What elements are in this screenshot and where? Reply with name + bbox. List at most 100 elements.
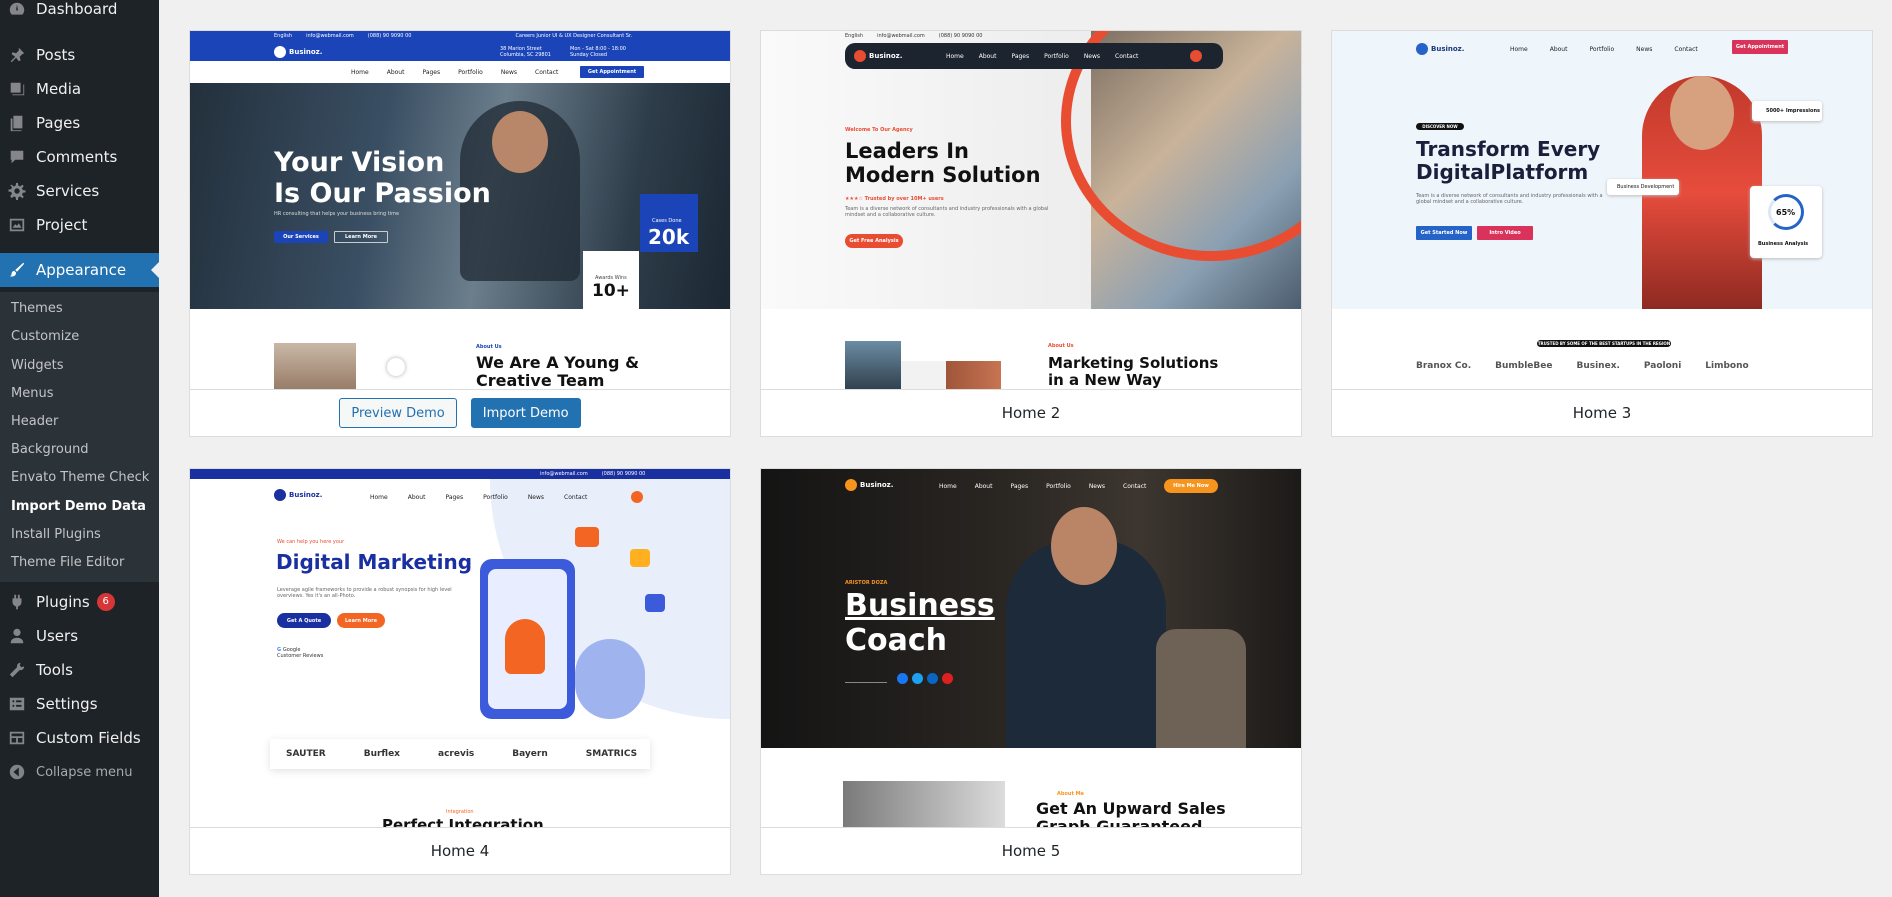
menu-pages[interactable]: Pages bbox=[0, 106, 159, 140]
submenu-background[interactable]: Background bbox=[11, 440, 89, 460]
menu-label: Comments bbox=[36, 148, 118, 166]
preview-hero-title: Leaders In Modern Solution bbox=[845, 139, 1041, 187]
preview-coach-face bbox=[1051, 507, 1117, 585]
menu-settings[interactable]: Settings bbox=[0, 687, 159, 721]
topbar-email: info@webmail.com bbox=[877, 33, 925, 39]
preview-about-photo-1 bbox=[845, 341, 901, 389]
preview-logo: Businoz. bbox=[274, 46, 322, 58]
demo-preview-image[interactable]: English info@webmail.com (088) 90 9090 0… bbox=[761, 31, 1301, 389]
hero-title-line-2: Coach bbox=[845, 622, 948, 658]
logo-text: Businoz. bbox=[289, 48, 323, 56]
topbar-phone: (088) 90 9090 00 bbox=[601, 471, 646, 477]
trusted-text: Trusted by over 10M+ users bbox=[864, 196, 944, 202]
menu-dashboard[interactable]: Dashboard bbox=[0, 0, 159, 26]
nav-about: About bbox=[978, 53, 997, 60]
logo-mark-icon bbox=[854, 50, 866, 62]
preview-cta: Hire Me Now bbox=[1164, 479, 1218, 493]
logo-text: Businoz. bbox=[869, 52, 903, 60]
collapse-menu-button[interactable]: Collapse menu bbox=[0, 755, 159, 789]
menu-label: Custom Fields bbox=[36, 729, 141, 747]
preview-hours: Mon - Sat 8:00 - 18:00 Sunday Closed bbox=[570, 46, 626, 58]
preview-about-photo bbox=[843, 781, 1005, 827]
preview-btn-learn: Learn More bbox=[334, 231, 388, 243]
demo-actions: Preview Demo Import Demo bbox=[339, 398, 581, 428]
stars-icon: ★★★☆ bbox=[845, 196, 865, 202]
menu-appearance[interactable]: Appearance bbox=[0, 253, 159, 287]
preview-about-heading: Marketing Solutions in a New Way bbox=[1048, 354, 1219, 389]
preview-topbar-text: English info@webmail.com (088) 90 9090 0… bbox=[845, 33, 982, 39]
preview-topbar bbox=[190, 469, 730, 479]
menu-label: Services bbox=[36, 182, 100, 200]
menu-project[interactable]: Project bbox=[0, 208, 159, 242]
pages-icon bbox=[8, 114, 26, 132]
preview-hero-trusted: ★★★☆ Trusted by over 10M+ users bbox=[845, 196, 944, 202]
submenu-customize[interactable]: Customize bbox=[11, 327, 79, 347]
demo-title: Home 2 bbox=[1001, 404, 1061, 422]
menu-plugins[interactable]: Plugins 6 bbox=[0, 585, 159, 619]
demo-card-footer: Preview Demo Import Demo bbox=[190, 389, 730, 436]
menu-custom-fields[interactable]: Custom Fields bbox=[0, 721, 159, 755]
import-demo-button[interactable]: Import Demo bbox=[470, 398, 581, 428]
submenu-header[interactable]: Header bbox=[11, 412, 58, 432]
partner-logo: SMATRICS bbox=[585, 749, 638, 759]
topbar-lang: English bbox=[274, 33, 293, 39]
preview-about-photo bbox=[274, 343, 356, 389]
menu-posts[interactable]: Posts bbox=[0, 38, 159, 72]
submenu-import-demo-data[interactable]: Import Demo Data bbox=[11, 497, 146, 517]
nav-home: Home bbox=[1510, 46, 1528, 53]
demo-preview-image[interactable]: info@webmail.com (088) 90 9090 00 Busino… bbox=[190, 469, 730, 827]
hero-title-line-2: Is Our Passion bbox=[274, 178, 491, 210]
hero-title-line-2: Modern Solution bbox=[845, 163, 1041, 188]
nav-home: Home bbox=[939, 483, 957, 490]
menu-label: Tools bbox=[36, 661, 73, 679]
heart-icon bbox=[575, 527, 599, 547]
analysis-percent: 65% bbox=[1776, 208, 1796, 217]
menu-media[interactable]: Media bbox=[0, 72, 159, 106]
about-heading-line-1: Marketing Solutions bbox=[1048, 354, 1219, 372]
submenu-themes[interactable]: Themes bbox=[11, 299, 63, 319]
submenu-install-plugins[interactable]: Install Plugins bbox=[11, 525, 101, 545]
submenu-envato-theme-check[interactable]: Envato Theme Check bbox=[11, 468, 149, 488]
menu-label: Project bbox=[36, 216, 88, 234]
menu-tools[interactable]: Tools bbox=[0, 653, 159, 687]
preview-logo: Businoz. bbox=[1416, 43, 1464, 55]
appearance-submenu: Themes Customize Widgets Menus Header Ba… bbox=[0, 292, 159, 582]
admin-sidebar: Dashboard Posts Media Pages Comments Ser… bbox=[0, 0, 159, 897]
nav-news: News bbox=[1636, 46, 1653, 53]
preview-nav: Home About Pages Portfolio News Contact bbox=[946, 53, 1138, 60]
menu-label: Posts bbox=[36, 46, 76, 64]
comments-icon bbox=[8, 148, 26, 166]
menu-comments[interactable]: Comments bbox=[0, 140, 159, 174]
cases-value: 20k bbox=[648, 225, 690, 249]
demo-card-footer: Home 5 bbox=[761, 827, 1301, 874]
demo-card-home-3: Businoz. Home About Portfolio News Conta… bbox=[1331, 30, 1873, 437]
demo-preview-image[interactable]: Businoz. Home About Pages Portfolio News… bbox=[761, 469, 1301, 827]
menu-users[interactable]: Users bbox=[0, 619, 159, 653]
client-logo: Branox Co. bbox=[1416, 361, 1472, 371]
demo-preview-image[interactable]: English info@webmail.com (088) 90 9090 0… bbox=[190, 31, 730, 389]
logo-mark-icon bbox=[274, 489, 286, 501]
project-icon bbox=[8, 216, 26, 234]
demo-card-home-4: info@webmail.com (088) 90 9090 00 Busino… bbox=[189, 468, 731, 875]
preview-hero-tag: Welcome To Our Agency bbox=[845, 127, 913, 133]
plugins-update-badge: 6 bbox=[96, 593, 115, 611]
demo-preview-image[interactable]: Businoz. Home About Portfolio News Conta… bbox=[1332, 31, 1872, 389]
demo-card-home-2: English info@webmail.com (088) 90 9090 0… bbox=[760, 30, 1302, 437]
hero-title-line-1: Leaders In bbox=[845, 139, 970, 163]
preview-hero-title: Your Vision Is Our Passion bbox=[274, 147, 491, 209]
preview-demo-button[interactable]: Preview Demo bbox=[339, 398, 457, 428]
nav-portfolio: Portfolio bbox=[483, 494, 508, 501]
preview-about-logo-icon bbox=[387, 358, 405, 376]
menu-label: Settings bbox=[36, 695, 98, 713]
hero-title-platform: Platform bbox=[1490, 160, 1589, 184]
preview-google-reviews: G Google Customer Reviews bbox=[277, 647, 323, 659]
users-icon bbox=[8, 627, 26, 645]
preview-integration-tag: Integration bbox=[446, 809, 474, 815]
menu-services[interactable]: Services bbox=[0, 174, 159, 208]
submenu-theme-file-editor[interactable]: Theme File Editor bbox=[11, 553, 124, 573]
submenu-widgets[interactable]: Widgets bbox=[11, 356, 64, 376]
topbar-email: info@webmail.com bbox=[306, 33, 354, 39]
twitter-icon bbox=[912, 673, 923, 684]
nav-about: About bbox=[386, 69, 405, 76]
submenu-menus[interactable]: Menus bbox=[11, 384, 53, 404]
